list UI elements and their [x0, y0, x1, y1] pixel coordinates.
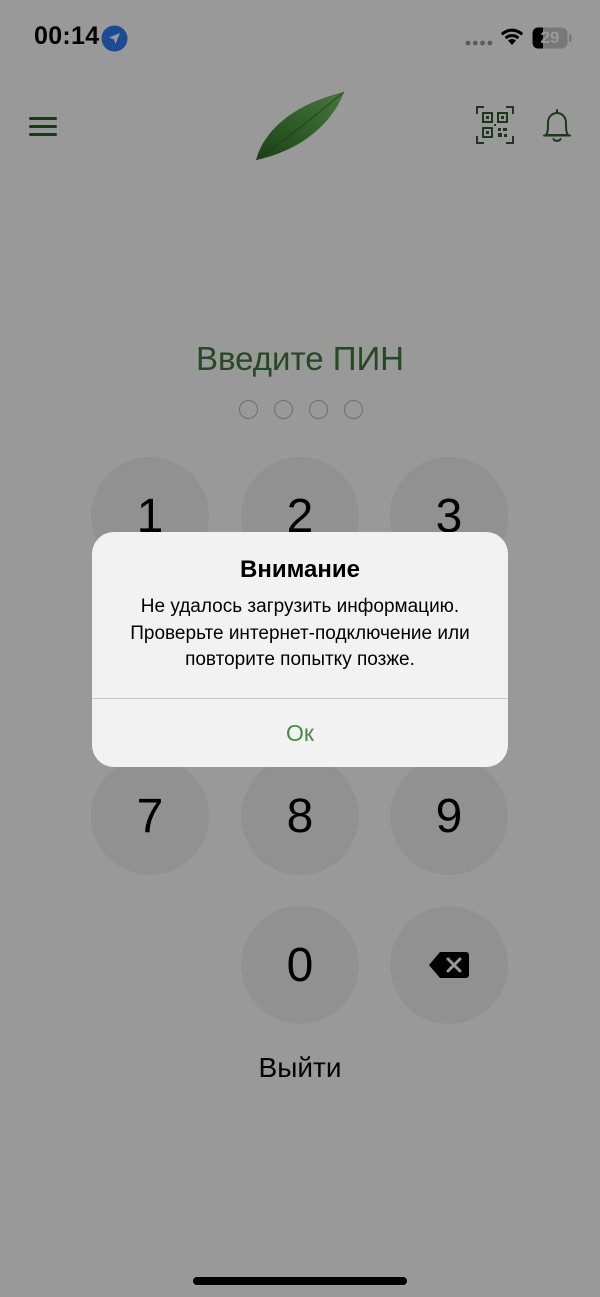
alert-dialog: Внимание Не удалось загрузить информацию…: [92, 532, 508, 767]
alert-ok-button[interactable]: Ок: [92, 699, 508, 767]
alert-message: Не удалось загрузить информацию. Проверь…: [130, 596, 470, 670]
alert-title: Внимание: [240, 556, 360, 583]
